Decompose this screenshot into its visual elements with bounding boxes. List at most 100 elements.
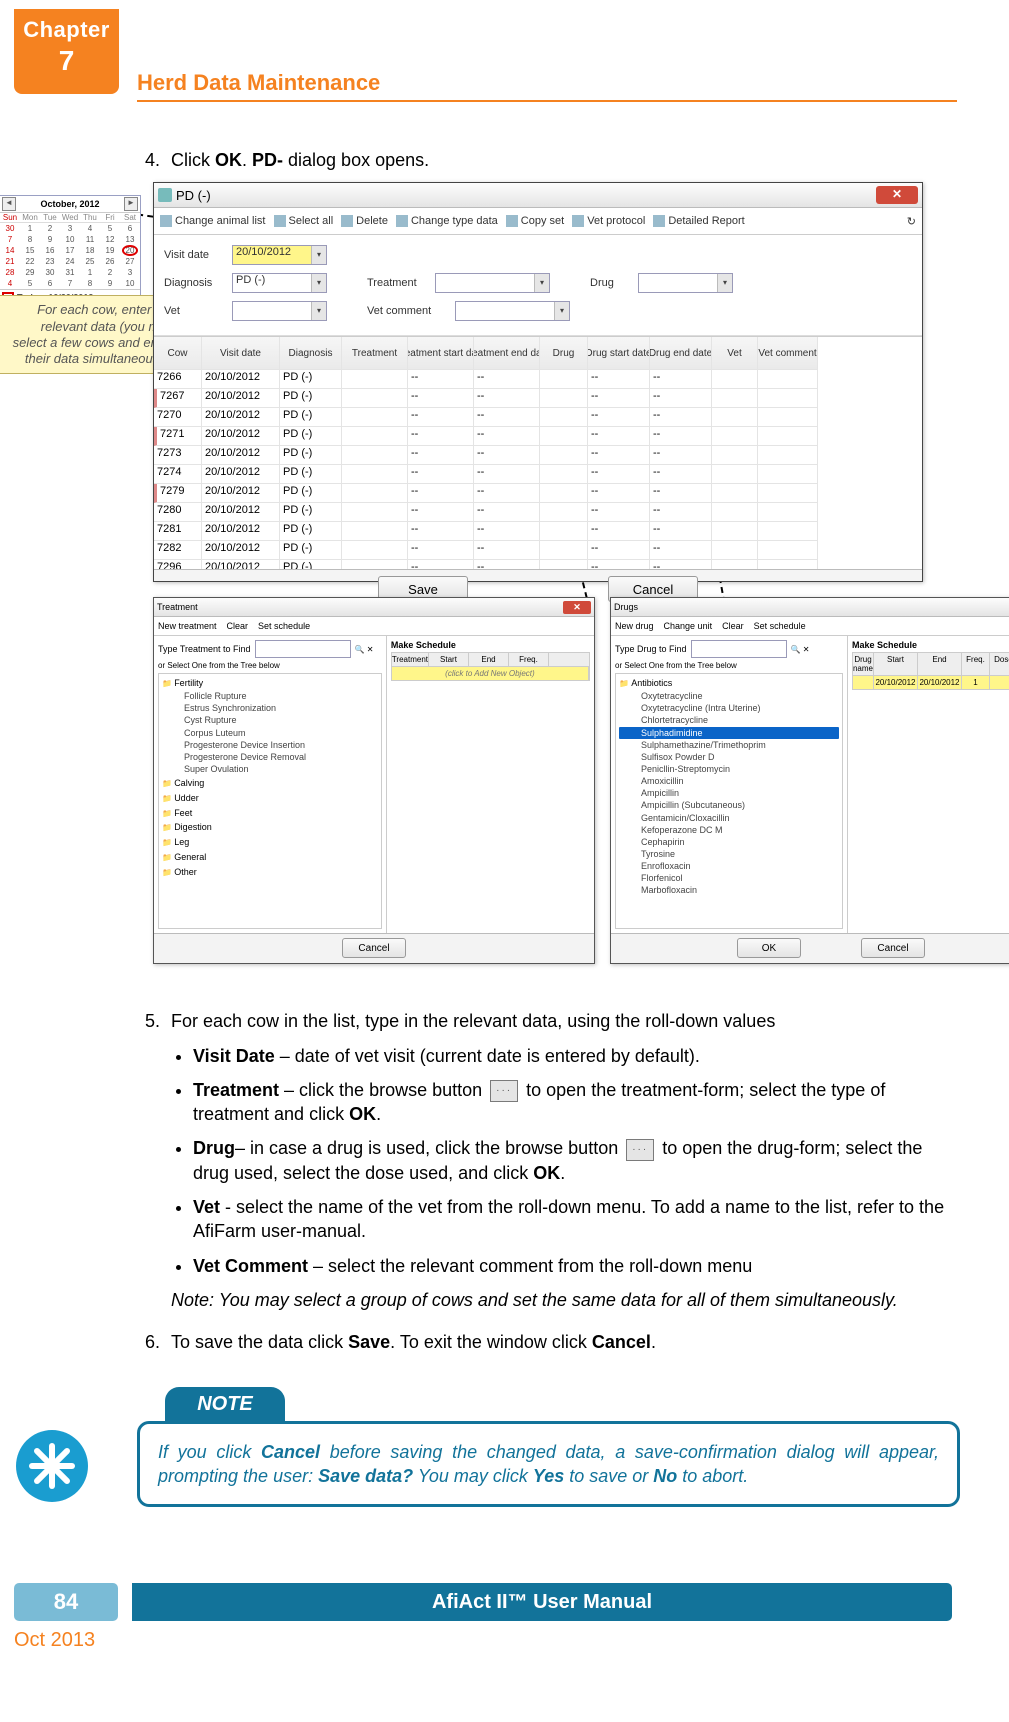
tree-folder[interactable]: Udder: [162, 792, 378, 805]
column-header[interactable]: Drug: [540, 337, 588, 370]
calendar-day[interactable]: 3: [120, 267, 140, 278]
table-row[interactable]: 728120/10/2012PD (-)--------: [154, 522, 922, 541]
calendar-day[interactable]: 29: [20, 267, 40, 278]
tree-folder[interactable]: Leg: [162, 836, 378, 849]
tree-leaf[interactable]: Ampicillin: [619, 787, 839, 799]
calendar-day[interactable]: 20: [120, 245, 140, 256]
sched-cell[interactable]: [853, 676, 874, 689]
sched-cell[interactable]: 20/10/2012: [918, 676, 962, 689]
tree-leaf[interactable]: Progesterone Device Removal: [162, 751, 378, 763]
column-header[interactable]: Visit date: [202, 337, 280, 370]
visit-date-field[interactable]: 20/10/2012: [232, 245, 327, 265]
table-row[interactable]: 728020/10/2012PD (-)--------: [154, 503, 922, 522]
table-row[interactable]: 729620/10/2012PD (-)--------: [154, 560, 922, 569]
calendar-day[interactable]: 3: [60, 223, 80, 234]
tree-leaf[interactable]: Gentamicin/Cloxacillin: [619, 812, 839, 824]
calendar-day[interactable]: 9: [100, 278, 120, 289]
calendar-day[interactable]: 28: [0, 267, 20, 278]
calendar-day[interactable]: 16: [40, 245, 60, 256]
calendar-day[interactable]: 10: [60, 234, 80, 245]
tree-folder[interactable]: Feet: [162, 807, 378, 820]
close-icon[interactable]: ✕: [876, 186, 918, 204]
calendar-day[interactable]: 30: [40, 267, 60, 278]
browse-icon[interactable]: ···: [490, 1080, 518, 1102]
tree-leaf[interactable]: Florfenicol: [619, 872, 839, 884]
calendar-next-icon[interactable]: ►: [124, 197, 138, 211]
calendar-day[interactable]: 1: [80, 267, 100, 278]
tree-leaf[interactable]: Sulphamethazine/Trimethoprim: [619, 739, 839, 751]
refresh-icon[interactable]: ↻: [907, 215, 916, 228]
column-header[interactable]: Cow: [154, 337, 202, 370]
calendar-day[interactable]: 2: [100, 267, 120, 278]
column-header[interactable]: Treatment start date: [408, 337, 474, 370]
table-row[interactable]: 726620/10/2012PD (-)--------: [154, 370, 922, 389]
calendar-day[interactable]: 14: [0, 245, 20, 256]
tree-leaf[interactable]: Chlortetracycline: [619, 714, 839, 726]
table-row[interactable]: 727120/10/2012PD (-)--------: [154, 427, 922, 446]
calendar-day[interactable]: 26: [100, 256, 120, 267]
calendar-day[interactable]: 9: [40, 234, 60, 245]
tree-leaf[interactable]: Ampicillin (Subcutaneous): [619, 799, 839, 811]
calendar-day[interactable]: 12: [100, 234, 120, 245]
toolbar-item[interactable]: Clear: [722, 621, 744, 631]
column-header[interactable]: Diagnosis: [280, 337, 342, 370]
tree-leaf[interactable]: Corpus Luteum: [162, 727, 378, 739]
tree-leaf[interactable]: Progesterone Device Insertion: [162, 739, 378, 751]
calendar-day[interactable]: 11: [80, 234, 100, 245]
calendar-day[interactable]: 4: [0, 278, 20, 289]
calendar-day[interactable]: 31: [60, 267, 80, 278]
calendar-day[interactable]: 8: [20, 234, 40, 245]
tree-folder[interactable]: Other: [162, 866, 378, 879]
calendar-day[interactable]: 10: [120, 278, 140, 289]
table-row[interactable]: 727320/10/2012PD (-)--------: [154, 446, 922, 465]
column-header[interactable]: Treatment: [342, 337, 408, 370]
tree-leaf[interactable]: Estrus Synchronization: [162, 702, 378, 714]
calendar-day[interactable]: 2: [40, 223, 60, 234]
calendar-day[interactable]: 18: [80, 245, 100, 256]
treat-search-input[interactable]: [255, 640, 351, 658]
toolbar-item[interactable]: Delete: [341, 215, 388, 227]
tree-leaf[interactable]: Sulfisox Powder D: [619, 751, 839, 763]
column-header[interactable]: Drug start date: [588, 337, 650, 370]
calendar-day[interactable]: 8: [80, 278, 100, 289]
tree-leaf[interactable]: Super Ovulation: [162, 763, 378, 775]
table-row[interactable]: 727420/10/2012PD (-)--------: [154, 465, 922, 484]
calendar-day[interactable]: 6: [40, 278, 60, 289]
toolbar-item[interactable]: Set schedule: [258, 621, 310, 631]
table-row[interactable]: 728220/10/2012PD (-)--------: [154, 541, 922, 560]
toolbar-item[interactable]: Select all: [274, 215, 334, 227]
calendar-day[interactable]: 17: [60, 245, 80, 256]
drug-field[interactable]: [638, 273, 733, 293]
treat-cancel-button[interactable]: Cancel: [342, 938, 406, 958]
calendar-day[interactable]: 6: [120, 223, 140, 234]
toolbar-item[interactable]: Copy set: [506, 215, 564, 227]
tree-leaf[interactable]: Amoxicillin: [619, 775, 839, 787]
calendar-prev-icon[interactable]: ◄: [2, 197, 16, 211]
toolbar-item[interactable]: New treatment: [158, 621, 217, 631]
browse-icon[interactable]: ···: [626, 1139, 654, 1161]
tree-folder[interactable]: Calving: [162, 777, 378, 790]
table-row[interactable]: 726720/10/2012PD (-)--------: [154, 389, 922, 408]
toolbar-item[interactable]: New drug: [615, 621, 654, 631]
tree-leaf[interactable]: Penicllin-Streptomycin: [619, 763, 839, 775]
treat-sched-hint[interactable]: (click to Add New Object): [392, 667, 589, 680]
column-header[interactable]: Vet: [712, 337, 758, 370]
toolbar-item[interactable]: Vet protocol: [572, 215, 645, 227]
toolbar-item[interactable]: Change animal list: [160, 215, 266, 227]
drug-cancel-button[interactable]: Cancel: [861, 938, 925, 958]
sched-cell[interactable]: 20/10/2012: [874, 676, 918, 689]
tree-leaf[interactable]: Marbofloxacin: [619, 884, 839, 896]
calendar-day[interactable]: 15: [20, 245, 40, 256]
diagnosis-field[interactable]: PD (-): [232, 273, 327, 293]
table-row[interactable]: 727920/10/2012PD (-)--------: [154, 484, 922, 503]
toolbar-item[interactable]: Detailed Report: [653, 215, 744, 227]
calendar-day[interactable]: 4: [80, 223, 100, 234]
toolbar-item[interactable]: Change unit: [664, 621, 713, 631]
table-row[interactable]: 727020/10/2012PD (-)--------: [154, 408, 922, 427]
calendar-popup[interactable]: ◄ October, 2012 ► SunMonTueWedThuFriSat …: [0, 195, 141, 307]
tree-leaf[interactable]: Cyst Rupture: [162, 714, 378, 726]
calendar-day[interactable]: 7: [60, 278, 80, 289]
tree-leaf[interactable]: Oxytetracycline: [619, 690, 839, 702]
tree-leaf[interactable]: Kefoperazone DC M: [619, 824, 839, 836]
sched-cell[interactable]: [990, 676, 1009, 689]
